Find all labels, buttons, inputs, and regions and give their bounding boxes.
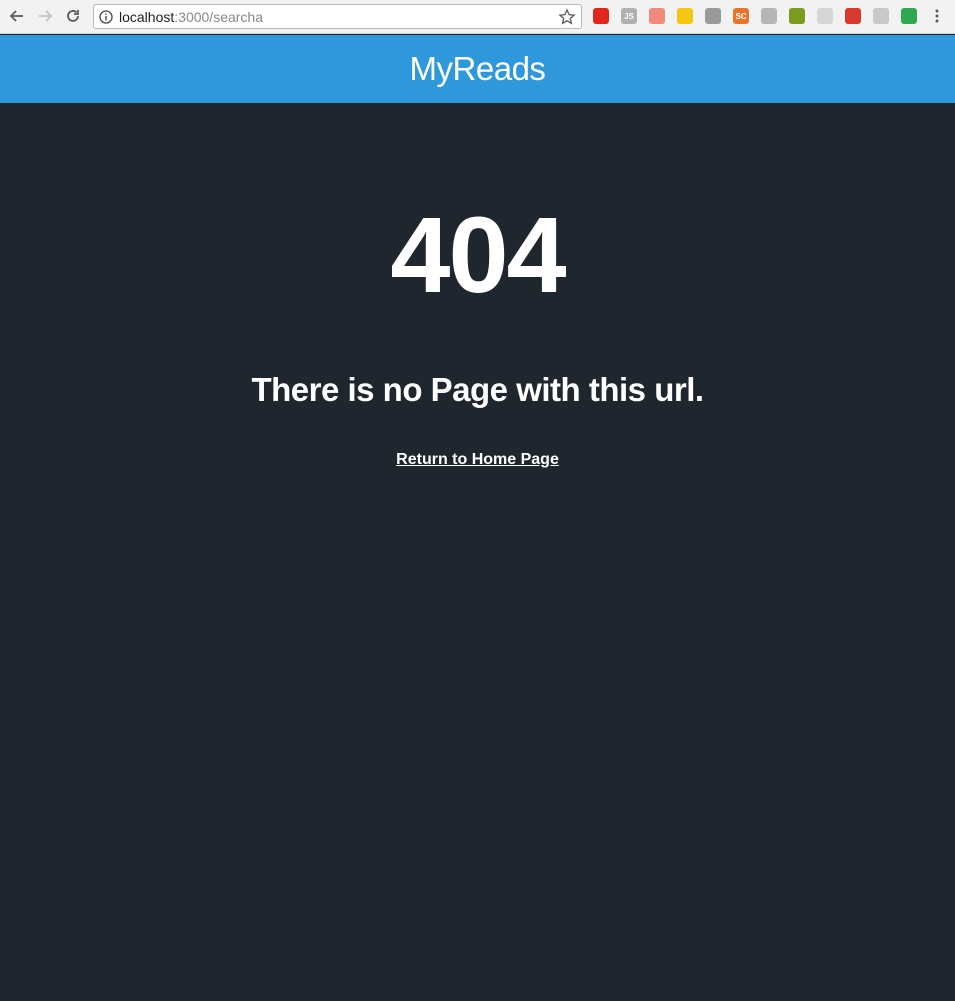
circle-outline-icon[interactable] [817,8,833,24]
arrow-ext-icon[interactable] [649,8,665,24]
not-found-page: 404 There is no Page with this url. Retu… [0,103,955,1001]
url-host: localhost [119,9,175,25]
opera-icon[interactable] [593,8,609,24]
bookmark-star-icon[interactable] [558,8,576,26]
url-text[interactable]: localhost:3000/searcha [119,9,263,25]
back-arrow-icon [9,10,23,22]
forward-arrow-icon [39,10,53,22]
forward-button[interactable] [33,4,57,28]
js-icon[interactable]: JS [621,8,637,24]
gray-circle-icon[interactable] [705,8,721,24]
brackets-ext-icon[interactable] [873,8,889,24]
address-bar[interactable]: localhost:3000/searcha [93,4,582,29]
browser-toolbar: localhost:3000/searcha JS SC [0,0,955,34]
sc-icon[interactable]: SC [733,8,749,24]
check-ext-icon[interactable] [901,8,917,24]
error-message: There is no Page with this url. [251,371,704,408]
return-home-link[interactable]: Return to Home Page [0,449,955,471]
url-path: :3000/searcha [174,9,263,25]
magnifier-ext-icon[interactable] [677,8,693,24]
reload-icon [67,10,79,22]
app-title: MyReads [409,50,546,87]
back-button[interactable] [5,4,29,28]
gray-square-icon[interactable] [761,8,777,24]
red-ext-icon[interactable] [845,8,861,24]
error-code: 404 [390,194,566,315]
reload-button[interactable] [61,4,85,28]
info-icon[interactable] [99,10,113,24]
browser-menu-icon[interactable] [929,8,945,24]
app-header: MyReads [0,35,955,103]
monitor-icon[interactable] [789,8,805,24]
